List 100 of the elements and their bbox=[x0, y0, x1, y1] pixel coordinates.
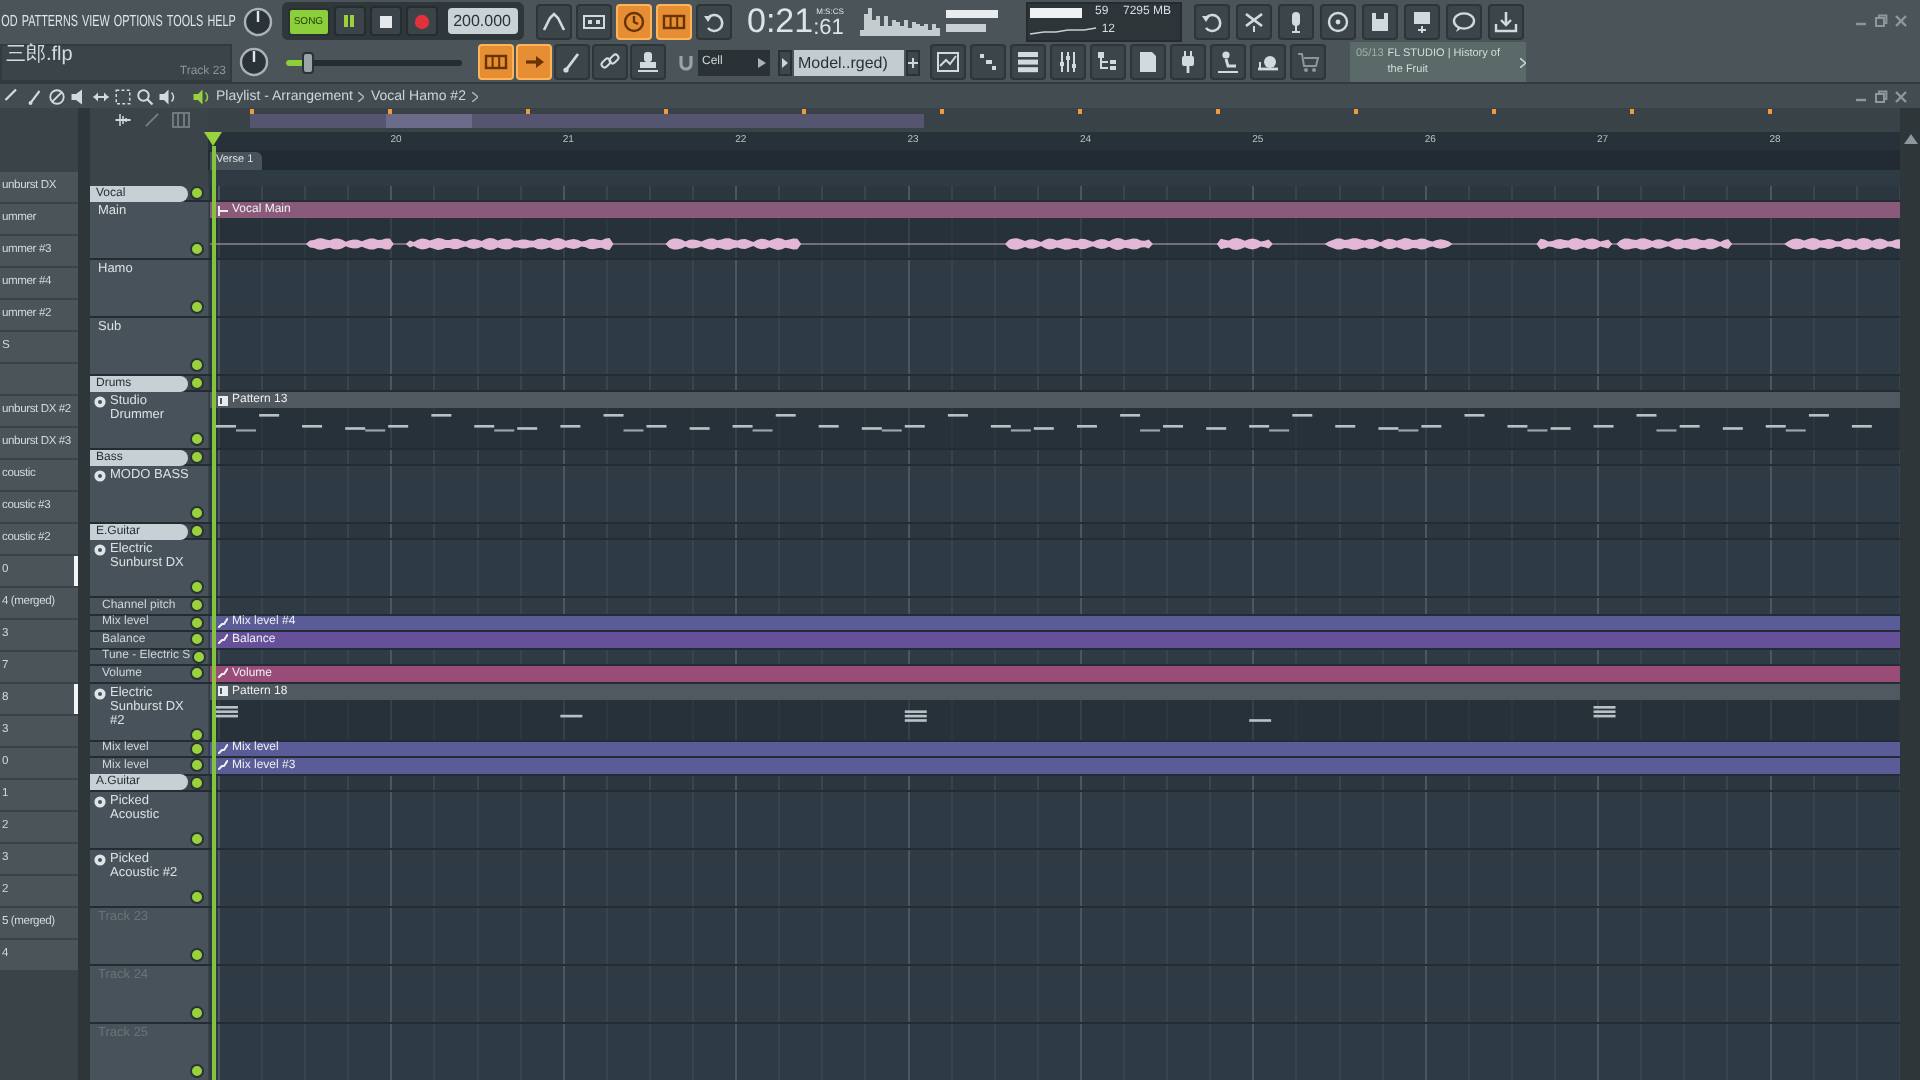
peak-button[interactable] bbox=[535, 3, 571, 39]
browser-button[interactable] bbox=[1090, 44, 1126, 80]
previous-pattern-button[interactable] bbox=[778, 49, 792, 75]
brush-button[interactable] bbox=[554, 44, 590, 80]
menu-item[interactable]: VIEW bbox=[82, 12, 110, 30]
mute-toggle[interactable] bbox=[190, 1005, 204, 1019]
floppy-plus-icon bbox=[1409, 9, 1433, 33]
link-icon bbox=[598, 50, 622, 74]
playhead-marker-icon[interactable] bbox=[204, 132, 222, 146]
mute-toggle[interactable] bbox=[190, 242, 204, 256]
document-button[interactable] bbox=[1130, 44, 1166, 80]
playlist-button[interactable] bbox=[930, 44, 966, 80]
mute-toggle[interactable] bbox=[190, 376, 204, 390]
brush-icon[interactable] bbox=[26, 87, 44, 105]
menu-item[interactable]: PATTERNS bbox=[21, 12, 78, 30]
scrollbar-track[interactable] bbox=[78, 108, 90, 1080]
save-as-button[interactable] bbox=[1403, 3, 1439, 39]
mountain-icon bbox=[541, 9, 565, 33]
menu-item[interactable]: HELP bbox=[207, 12, 236, 30]
pencil-icon[interactable] bbox=[4, 87, 22, 105]
record-icon bbox=[413, 13, 430, 29]
mute-toggle[interactable] bbox=[190, 947, 204, 961]
piano-roll-button[interactable] bbox=[970, 44, 1006, 80]
cart-button[interactable] bbox=[1290, 44, 1326, 80]
clock-icon bbox=[621, 9, 645, 33]
menu-item[interactable]: OPTIONS bbox=[113, 12, 163, 30]
keyboard-icon bbox=[581, 9, 605, 33]
brush-icon bbox=[560, 50, 584, 74]
mute-toggle[interactable] bbox=[190, 300, 204, 314]
save-icon bbox=[1367, 9, 1391, 33]
person-icon bbox=[1216, 50, 1240, 74]
file-name: 三郎.flp bbox=[6, 45, 73, 65]
speaker-icon[interactable] bbox=[158, 87, 176, 105]
stop-button[interactable] bbox=[369, 6, 402, 36]
add-pattern-button[interactable] bbox=[906, 49, 920, 75]
chat-button[interactable] bbox=[1445, 3, 1481, 39]
link-button[interactable] bbox=[592, 44, 628, 80]
plugin-button[interactable] bbox=[1170, 44, 1206, 80]
arrow-button[interactable] bbox=[516, 44, 552, 80]
cross-button[interactable] bbox=[1235, 3, 1271, 39]
stamp-button[interactable] bbox=[630, 44, 666, 80]
mute-toggle[interactable] bbox=[190, 666, 204, 681]
mute-toggle[interactable] bbox=[190, 632, 204, 647]
list-icon bbox=[1016, 50, 1040, 74]
chat-icon bbox=[1451, 9, 1475, 33]
mute-toggle[interactable] bbox=[190, 758, 204, 773]
pattern-selector[interactable]: Model..rged) bbox=[794, 49, 904, 75]
mute-toggle[interactable] bbox=[190, 450, 204, 464]
prohibit-icon[interactable] bbox=[48, 87, 66, 105]
instrument-icon bbox=[94, 544, 106, 556]
microphone-button[interactable] bbox=[1277, 3, 1313, 39]
loop-button[interactable] bbox=[695, 3, 731, 39]
mute-toggle[interactable] bbox=[190, 741, 204, 756]
mute-toggle[interactable] bbox=[190, 432, 204, 446]
knob[interactable] bbox=[238, 46, 270, 78]
waveform-icon[interactable] bbox=[114, 112, 132, 128]
refresh-button[interactable] bbox=[1193, 3, 1229, 39]
speaker-icon[interactable] bbox=[192, 87, 210, 105]
cart-icon bbox=[1296, 50, 1320, 74]
mute-toggle[interactable] bbox=[190, 831, 204, 845]
save-button[interactable] bbox=[1361, 3, 1397, 39]
piano-keys-button[interactable] bbox=[655, 3, 691, 39]
tempo-field[interactable]: 200.000 bbox=[447, 8, 517, 34]
knob[interactable] bbox=[241, 5, 274, 37]
close-icon[interactable] bbox=[1894, 89, 1908, 103]
time-centiseconds: :61 bbox=[813, 15, 844, 39]
restore-icon[interactable] bbox=[1874, 14, 1888, 28]
instrument-icon bbox=[94, 396, 106, 408]
select-icon[interactable] bbox=[114, 87, 132, 105]
mute-toggle[interactable] bbox=[190, 506, 204, 520]
output-meter-drawing bbox=[945, 7, 997, 35]
mute-toggle[interactable] bbox=[190, 889, 204, 903]
mute-toggle[interactable] bbox=[190, 598, 204, 613]
chevron-icon bbox=[471, 91, 478, 101]
mute-toggle[interactable] bbox=[190, 186, 204, 200]
close-icon[interactable] bbox=[1894, 14, 1908, 28]
mixer-button[interactable] bbox=[1050, 44, 1086, 80]
magnet-icon[interactable] bbox=[678, 53, 694, 71]
restore-icon[interactable] bbox=[1874, 89, 1888, 103]
menu-item[interactable]: TOOLS bbox=[166, 12, 204, 30]
zoom-icon[interactable] bbox=[136, 87, 154, 105]
chevron-icon bbox=[358, 91, 365, 101]
keyboard-button[interactable] bbox=[575, 3, 611, 39]
slider-thumb[interactable] bbox=[301, 51, 314, 73]
mute-toggle[interactable] bbox=[190, 580, 204, 594]
clock-button[interactable] bbox=[615, 3, 651, 39]
mute-toggle[interactable] bbox=[190, 1063, 204, 1077]
pause-button[interactable] bbox=[333, 6, 366, 36]
mute-toggle[interactable] bbox=[190, 727, 204, 741]
download-button[interactable] bbox=[1487, 3, 1523, 39]
slip-icon[interactable] bbox=[92, 87, 110, 105]
piano-keys-button[interactable] bbox=[478, 44, 514, 80]
mute-toggle[interactable] bbox=[190, 358, 204, 372]
person-button[interactable] bbox=[1210, 44, 1246, 80]
stamp-icon bbox=[636, 50, 660, 74]
menu-item[interactable]: OD bbox=[1, 12, 18, 30]
download-icon bbox=[1493, 9, 1517, 33]
scroll-up-icon[interactable] bbox=[1903, 134, 1917, 144]
chevron-icon bbox=[1520, 57, 1526, 67]
mute-toggle[interactable] bbox=[190, 524, 204, 538]
